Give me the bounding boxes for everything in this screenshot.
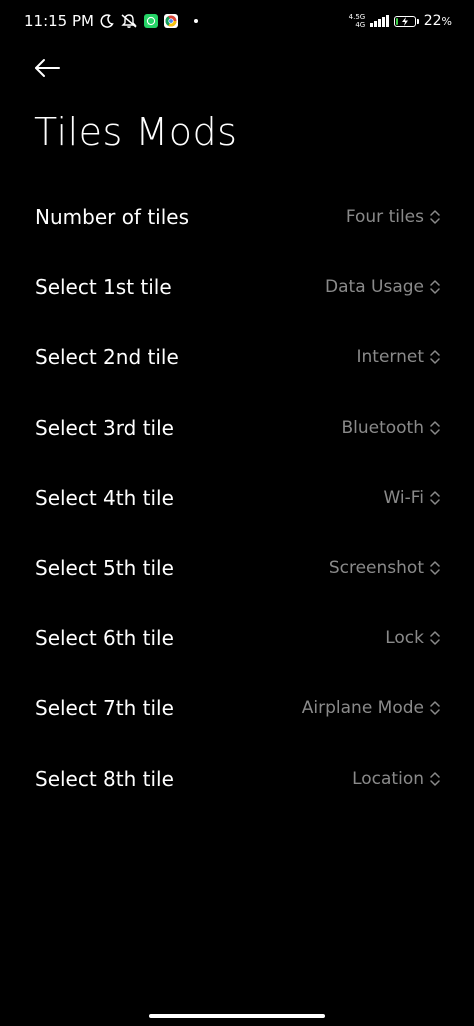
setting-row-select-3rd-tile[interactable]: Select 3rd tile Bluetooth [0,393,474,463]
status-time: 11:15 PM [24,12,94,30]
setting-row-select-6th-tile[interactable]: Select 6th tile Lock [0,603,474,673]
setting-row-select-1st-tile[interactable]: Select 1st tile Data Usage [0,252,474,322]
chevron-up-down-icon [428,488,442,508]
chevron-up-down-icon [428,769,442,789]
setting-label: Select 2nd tile [35,345,179,370]
setting-row-number-of-tiles[interactable]: Number of tiles Four tiles [0,182,474,252]
chevron-up-down-icon [428,347,442,367]
setting-value: Bluetooth [341,417,424,438]
battery-percent-unit: % [441,15,452,28]
battery-charging-icon [393,15,419,27]
setting-row-select-7th-tile[interactable]: Select 7th tile Airplane Mode [0,673,474,743]
home-indicator[interactable] [149,1014,325,1018]
network-type-primary: 4.5G [348,13,366,21]
setting-label: Select 4th tile [35,485,174,510]
setting-value: Screenshot [328,558,424,579]
setting-label: Select 3rd tile [35,415,174,440]
setting-row-select-2nd-tile[interactable]: Select 2nd tile Internet [0,322,474,392]
status-bar: 11:15 PM 4.5G 4G 22% [0,0,474,42]
setting-row-select-4th-tile[interactable]: Select 4th tile Wi-Fi [0,463,474,533]
setting-label: Select 1st tile [35,275,172,300]
arrow-left-icon [35,59,60,77]
chrome-icon [163,14,178,28]
setting-value: Lock [385,628,424,649]
muted-bell-icon [120,13,138,29]
battery-percent: 22% [424,13,452,29]
chevron-up-down-icon [428,207,442,227]
chevron-up-down-icon [428,558,442,578]
chevron-up-down-icon [428,628,442,648]
setting-value: Four tiles [345,207,424,228]
settings-list: Number of tiles Four tiles Select 1st ti… [0,182,474,814]
network-type-secondary: 4G [355,21,366,29]
setting-label: Select 8th tile [35,766,174,791]
status-left: 11:15 PM [24,12,349,30]
more-notifications-dot [193,19,198,23]
setting-label: Select 7th tile [35,696,174,721]
whatsapp-icon [143,14,158,28]
setting-value: Internet [356,347,424,368]
chevron-up-down-icon [428,277,442,297]
chevron-up-down-icon [428,698,442,718]
setting-value: Data Usage [325,277,424,298]
setting-label: Select 5th tile [35,556,174,581]
signal-icon [370,15,389,27]
setting-value: Location [352,768,424,789]
setting-value: Wi-Fi [383,487,424,508]
page-title: Tiles Mods [34,110,238,154]
battery-percent-value: 22 [423,13,442,29]
setting-row-select-8th-tile[interactable]: Select 8th tile Location [0,744,474,814]
setting-label: Select 6th tile [35,626,174,651]
moon-icon [100,14,114,28]
network-type: 4.5G 4G [349,13,366,29]
back-button[interactable] [30,54,64,82]
setting-value: Airplane Mode [301,698,424,719]
status-right: 4.5G 4G 22% [349,13,452,29]
chevron-up-down-icon [428,418,442,438]
setting-label: Number of tiles [35,205,190,230]
setting-row-select-5th-tile[interactable]: Select 5th tile Screenshot [0,533,474,603]
